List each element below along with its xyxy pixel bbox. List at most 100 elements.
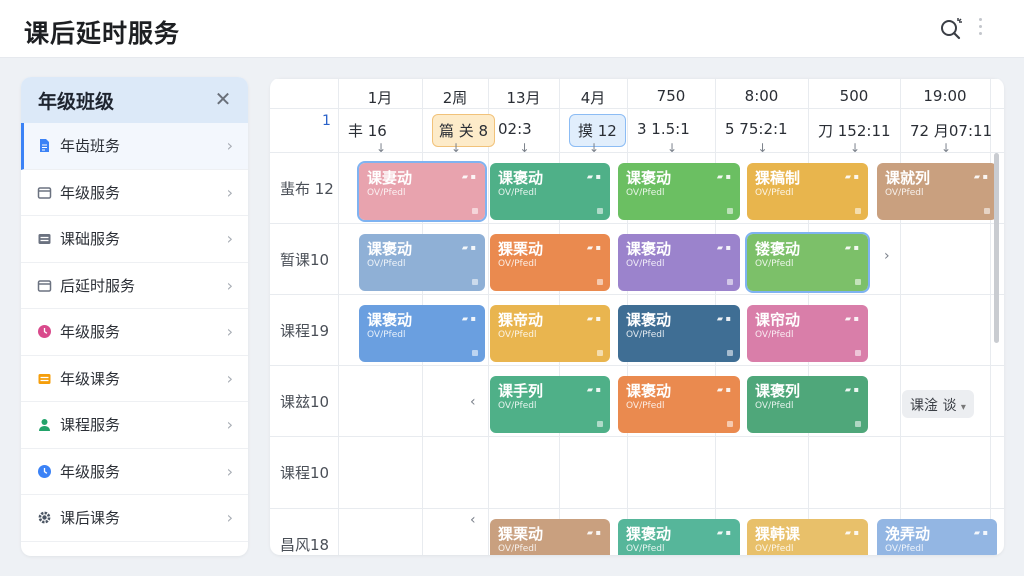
course-card[interactable]: 猓稿制 OV/Pfedl ▰ ▪ [747, 163, 868, 220]
close-icon[interactable]: ✕ [212, 88, 234, 110]
column-subheader[interactable]: 丰 16 [348, 120, 387, 141]
card-handle-icon[interactable] [597, 279, 603, 285]
column-subheader[interactable]: 刀 152:11 [818, 120, 891, 141]
more-dot [978, 18, 982, 21]
course-card[interactable]: 课褒列 OV/Pfedl ▰ ▪ [747, 376, 868, 433]
course-card[interactable]: 猓栗动 OV/Pfedl ▰ ▪ [490, 234, 610, 291]
card-flag-icon: ▰ ▪ [844, 243, 859, 252]
chevron-right-icon: › [226, 136, 233, 155]
card-handle-icon[interactable] [727, 421, 733, 427]
course-card[interactable]: 课就列 OV/Pfedl ▰ ▪ [877, 163, 997, 220]
search-button[interactable] [936, 14, 966, 44]
card-handle-icon[interactable] [597, 208, 603, 214]
user-icon [37, 417, 52, 432]
list-icon [37, 371, 52, 386]
card-handle-icon[interactable] [855, 279, 861, 285]
grid-line-horizontal [270, 78, 1004, 79]
course-card[interactable]: 课褒动 OV/Pfedl ▰ ▪ [359, 234, 485, 291]
clock-icon [37, 464, 52, 479]
folder-icon [37, 278, 52, 293]
course-filter-dropdown[interactable]: 课淦 谈 ▾ [902, 390, 974, 418]
grid-line-vertical [990, 78, 991, 555]
course-card[interactable]: 课帘动 OV/Pfedl ▰ ▪ [747, 305, 868, 362]
down-arrow-icon: ↓ [757, 141, 768, 155]
course-card[interactable]: 猓栗动 OV/Pfedl ▰ ▪ [490, 519, 610, 555]
sidebar-item[interactable]: 年级服务 › [21, 449, 248, 495]
card-handle-icon[interactable] [855, 208, 861, 214]
course-card[interactable]: 猓褒动 OV/Pfedl ▰ ▪ [618, 519, 740, 555]
card-handle-icon[interactable] [727, 350, 733, 356]
column-header[interactable]: 13月 [488, 87, 559, 108]
column-header[interactable]: 750 [627, 87, 715, 105]
sidebar-item[interactable]: 年级课务 › [21, 356, 248, 402]
column-header[interactable]: 1月 [338, 87, 422, 108]
chevron-left-icon[interactable]: ‹ [470, 395, 476, 409]
gear-icon [37, 510, 52, 525]
course-card[interactable]: 课褒动 OV/Pfedl ▰ ▪ [618, 234, 740, 291]
course-card-subtitle: OV/Pfedl [626, 259, 665, 269]
course-card[interactable]: 课妻动 OV/Pfedl ▰ ▪ [357, 161, 487, 222]
folder-icon [37, 185, 52, 200]
chevron-right-icon[interactable]: › [884, 249, 890, 263]
course-card-subtitle: OV/Pfedl [755, 188, 794, 198]
sidebar-item[interactable]: 课后课务 › [21, 495, 248, 542]
course-card-subtitle: OV/Pfedl [755, 330, 794, 340]
card-flag-icon: ▰ ▪ [844, 172, 859, 181]
column-header[interactable]: 500 [808, 87, 900, 105]
course-card[interactable]: 猓帝动 OV/Pfedl ▰ ▪ [490, 305, 610, 362]
sidebar-item-label: 年级服务 [60, 462, 121, 481]
chevron-right-icon: › [226, 275, 233, 295]
course-card-subtitle: OV/Pfedl [885, 544, 924, 554]
grid-line-vertical [900, 78, 901, 555]
course-card-subtitle: OV/Pfedl [367, 259, 406, 269]
column-subheader[interactable]: 5 75:2:1 [725, 120, 788, 138]
card-handle-icon[interactable] [727, 279, 733, 285]
clock-icon [37, 324, 52, 339]
course-card[interactable]: 浼弄动 OV/Pfedl ▰ ▪ [877, 519, 997, 555]
course-card[interactable]: 猓韩课 OV/Pfedl ▰ ▪ [747, 519, 868, 555]
column-subheader[interactable]: 3 1.5:1 [637, 120, 690, 138]
chevron-left-icon[interactable]: ‹ [470, 513, 476, 527]
course-card-title: 课褒动 [367, 311, 413, 329]
course-card[interactable]: 课褒动 OV/Pfedl ▰ ▪ [618, 376, 740, 433]
card-flag-icon: ▰ ▪ [586, 528, 601, 537]
card-handle-icon[interactable] [597, 421, 603, 427]
card-handle-icon[interactable] [984, 208, 990, 214]
sidebar-header: 年级班级 ✕ [21, 77, 248, 123]
vertical-scrollbar[interactable] [994, 153, 999, 343]
column-subheader[interactable]: 篇 关 8 [432, 114, 496, 147]
row-label: 课玆10 [280, 393, 330, 411]
course-card[interactable]: 课褒动 OV/Pfedl ▰ ▪ [618, 163, 740, 220]
sidebar-item[interactable]: 年级服务 › [21, 170, 248, 216]
sidebar-item[interactable]: 年级服务 › [21, 309, 248, 356]
card-handle-icon[interactable] [855, 421, 861, 427]
card-flag-icon: ▰ ▪ [844, 385, 859, 394]
card-handle-icon[interactable] [727, 208, 733, 214]
card-handle-icon[interactable] [472, 279, 478, 285]
course-card-subtitle: OV/Pfedl [755, 401, 794, 411]
sidebar-item[interactable]: 课程服务 › [21, 402, 248, 449]
course-card[interactable]: 课褒动 OV/Pfedl ▰ ▪ [490, 163, 610, 220]
card-handle-icon[interactable] [472, 208, 478, 214]
column-header[interactable]: 8:00 [715, 87, 808, 105]
card-handle-icon[interactable] [855, 350, 861, 356]
sidebar-item[interactable]: 课础服务 › [21, 216, 248, 263]
course-card[interactable]: 课褒动 OV/Pfedl ▰ ▪ [618, 305, 740, 362]
more-menu-button[interactable] [974, 14, 986, 44]
chevron-down-icon: ▾ [960, 402, 966, 413]
column-header[interactable]: 2周 [422, 87, 488, 108]
card-handle-icon[interactable] [597, 350, 603, 356]
chevron-right-icon: › [226, 508, 233, 527]
course-card[interactable]: 镂褒动 OV/Pfedl ▰ ▪ [745, 232, 870, 293]
course-card[interactable]: 课褒动 OV/Pfedl ▰ ▪ [359, 305, 485, 362]
sidebar-item[interactable]: 后延时服务 › [21, 263, 248, 309]
course-card[interactable]: 课手列 OV/Pfedl ▰ ▪ [490, 376, 610, 433]
column-header[interactable]: 19:00 [900, 87, 990, 105]
card-handle-icon[interactable] [472, 350, 478, 356]
sidebar-item[interactable]: 年齿班务 › [21, 123, 248, 170]
app-bar: 课后延时服务 [0, 0, 1024, 58]
list-icon [37, 231, 52, 246]
column-subheader[interactable]: 02:3 [498, 120, 532, 138]
column-subheader[interactable]: 72 月07:11 [910, 120, 992, 141]
column-header[interactable]: 4月 [559, 87, 627, 108]
